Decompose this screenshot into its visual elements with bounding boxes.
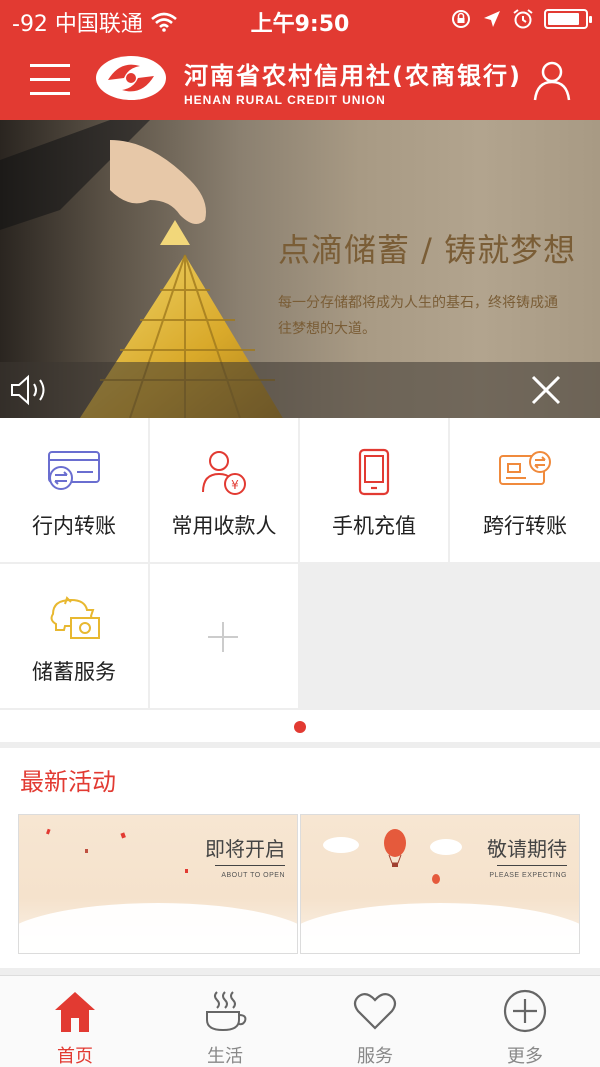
user-icon[interactable] (530, 58, 574, 102)
service-label: 储蓄服务 (32, 660, 116, 684)
speaker-icon[interactable] (10, 374, 58, 406)
add-icon (208, 622, 238, 652)
service-phone-topup[interactable]: 手机充值 (300, 418, 448, 562)
tab-more[interactable]: 更多 (450, 976, 600, 1067)
coffee-cup-icon (206, 991, 247, 1032)
service-label: 常用收款人 (171, 514, 277, 538)
tab-label: 更多 (507, 1046, 543, 1067)
status-right (450, 8, 592, 30)
status-bar: -92 中国联通 上午9:50 (0, 0, 600, 40)
add-service-button[interactable] (150, 564, 298, 708)
banner-slogan: 点滴储蓄 / 铸就梦想 (278, 231, 577, 269)
card-transfer-icon (48, 451, 100, 490)
activity-title: 敬请期待 (487, 837, 567, 861)
activity-subtitle: ABOUT TO OPEN (221, 872, 285, 879)
location-icon (484, 11, 500, 27)
service-interbank-transfer[interactable]: 跨行转账 (450, 418, 600, 562)
heart-icon (353, 993, 397, 1030)
plus-circle-icon (503, 989, 547, 1033)
brand-name: 河南省农村信用社(农商银行) HENAN RURAL CREDIT UNION (184, 56, 522, 107)
rotation-lock-icon (452, 10, 470, 28)
alarm-icon (513, 9, 533, 29)
svg-text:¥: ¥ (231, 478, 239, 492)
cloud-decoration (301, 903, 579, 953)
service-grid: 行内转账 ¥ 常用收款人 手机充值 跨行转账 储蓄服务 (0, 418, 600, 708)
interbank-transfer-icon (499, 451, 551, 485)
close-icon[interactable] (530, 374, 562, 406)
activity-card[interactable]: 即将开启 ABOUT TO OPEN (18, 814, 298, 954)
tab-label: 服务 (357, 1046, 393, 1067)
tab-label: 生活 (207, 1046, 243, 1067)
activity-divider (215, 865, 285, 866)
service-inner-transfer[interactable]: 行内转账 (0, 418, 148, 562)
banner-description: 每一分存储都将成为人生的基石，终将铸成通往梦想的大道。 (278, 295, 558, 337)
tab-home[interactable]: 首页 (0, 976, 150, 1067)
banner-control-bar (0, 362, 600, 418)
cloud-decoration (19, 903, 297, 953)
hamburger-menu-icon[interactable] (30, 60, 70, 100)
service-frequent-payee[interactable]: ¥ 常用收款人 (150, 418, 298, 562)
app-header: 河南省农村信用社(农商银行) HENAN RURAL CREDIT UNION (0, 40, 600, 120)
payee-icon: ¥ (202, 451, 246, 495)
tab-label: 首页 (57, 1046, 93, 1067)
section-title: 最新活动 (20, 768, 116, 796)
piggy-bank-icon (50, 596, 100, 639)
service-label: 行内转账 (32, 514, 116, 538)
activity-title: 即将开启 (205, 837, 285, 861)
service-label: 跨行转账 (483, 514, 567, 538)
bank-logo (96, 56, 166, 100)
bottom-tab-bar: 首页 生活 服务 更多 (0, 975, 600, 1067)
battery-level (548, 13, 579, 25)
phone-icon (358, 448, 390, 496)
activity-divider (497, 865, 567, 866)
tab-life[interactable]: 生活 (150, 976, 300, 1067)
page-dot-active[interactable] (294, 721, 306, 733)
grid-page-indicator (0, 710, 600, 742)
service-savings[interactable]: 储蓄服务 (0, 564, 148, 708)
battery-icon (544, 9, 592, 29)
brand-name-en: HENAN RURAL CREDIT UNION (184, 93, 386, 107)
tab-services[interactable]: 服务 (300, 976, 450, 1067)
service-label: 手机充值 (332, 514, 416, 538)
brand-name-cn: 河南省农村信用社(农商银行) (184, 62, 522, 90)
home-icon (55, 992, 95, 1032)
activity-subtitle: PLEASE EXPECTING (489, 872, 567, 879)
activity-card[interactable]: 敬请期待 PLEASE EXPECTING (300, 814, 580, 954)
latest-activities: 最新活动 即将开启 ABOUT TO OPEN 敬请期待 PLEASE EXPE… (0, 748, 600, 968)
promo-banner[interactable]: 点滴储蓄 / 铸就梦想 每一分存储都将成为人生的基石，终将铸成通往梦想的大道。 (0, 120, 600, 418)
